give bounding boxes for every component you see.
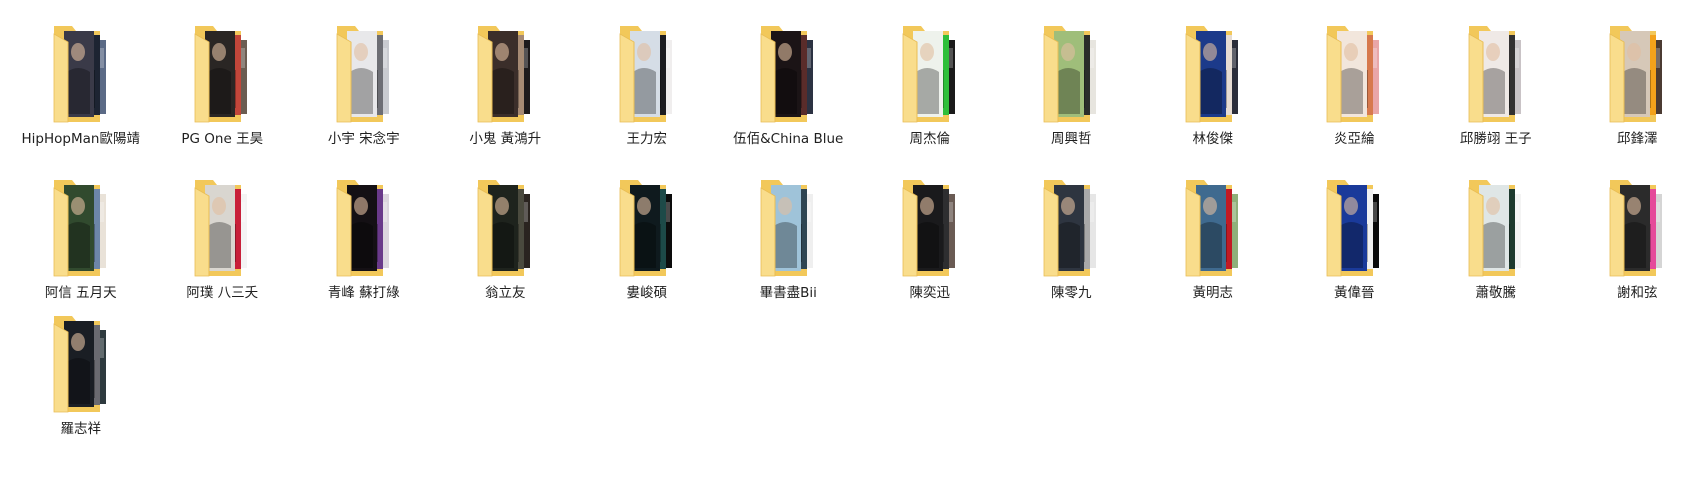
folder-name: 炎亞綸 (1334, 131, 1375, 147)
folder-item[interactable]: 青峰 蘇打綠 (293, 176, 435, 312)
folder-icon (600, 22, 690, 126)
folder-item[interactable]: 王力宏 (576, 22, 718, 176)
folder-name: PG One 王昊 (181, 131, 264, 147)
folder-icon (741, 22, 831, 126)
folder-item[interactable]: 蕭敬騰 (1425, 176, 1567, 312)
folder-icon (34, 176, 124, 280)
folder-icon (883, 22, 973, 126)
folder-item[interactable]: 林俊傑 (1142, 22, 1284, 176)
folder-name: 周杰倫 (909, 131, 951, 147)
folder-item[interactable]: 黃明志 (1142, 176, 1284, 312)
folder-icon (1449, 22, 1539, 126)
folder-name: HipHopMan歐陽靖 (21, 131, 140, 147)
folder-icon (34, 312, 124, 416)
folder-name: 林俊傑 (1192, 131, 1234, 147)
folder-name: 周興哲 (1051, 131, 1092, 147)
folder-icon (317, 176, 407, 280)
folder-icon (1449, 176, 1539, 280)
folder-name: 邱勝翊 王子 (1459, 131, 1532, 147)
folder-name: 翁立友 (485, 285, 526, 301)
folder-name: 蕭敬騰 (1475, 285, 1517, 301)
folder-icon (175, 176, 265, 280)
folder-item[interactable]: 伍佰&China Blue (718, 22, 860, 176)
folder-item[interactable]: 羅志祥 (10, 312, 152, 442)
folder-icon (1024, 22, 1114, 126)
folder-icon (1307, 176, 1397, 280)
folder-item[interactable]: 黃偉晉 (1284, 176, 1426, 312)
folder-name: 陳奕迅 (909, 285, 951, 301)
folder-name: 小宇 宋念宇 (327, 131, 400, 147)
folder-name: 邱鋒澤 (1617, 131, 1658, 147)
folder-item[interactable]: 炎亞綸 (1284, 22, 1426, 176)
folder-item[interactable]: 周興哲 (1001, 22, 1143, 176)
folder-item[interactable]: 謝和弦 (1567, 176, 1696, 312)
folder-icon (317, 22, 407, 126)
folder-name: 黃偉晉 (1334, 285, 1375, 301)
folder-item[interactable]: 邱鋒澤 (1567, 22, 1696, 176)
folder-item[interactable]: 小鬼 黃鴻升 (435, 22, 577, 176)
folder-icon (34, 22, 124, 126)
folder-icon (458, 176, 548, 280)
folder-name: 青峰 蘇打綠 (327, 285, 400, 301)
folder-name: 陳零九 (1051, 285, 1092, 301)
folder-item[interactable]: 婁峻碩 (576, 176, 718, 312)
folder-name: 黃明志 (1192, 285, 1234, 301)
folder-icon (1024, 176, 1114, 280)
folder-icon (883, 176, 973, 280)
folder-icon (1307, 22, 1397, 126)
folder-icon (1590, 22, 1680, 126)
folder-name: 小鬼 黃鴻升 (469, 131, 542, 147)
folder-item[interactable]: 陳零九 (1001, 176, 1143, 312)
folder-name: 謝和弦 (1617, 285, 1658, 301)
folder-item[interactable]: 周杰倫 (859, 22, 1001, 176)
folder-item[interactable]: 阿信 五月天 (10, 176, 152, 312)
folder-name: 阿信 五月天 (44, 285, 117, 301)
folder-icon (1166, 22, 1256, 126)
folder-item[interactable]: 畢書盡Bii (718, 176, 860, 312)
folder-icon (175, 22, 265, 126)
folder-name: 王力宏 (626, 131, 668, 147)
folder-item[interactable]: PG One 王昊 (152, 22, 294, 176)
folder-icon (1166, 176, 1256, 280)
folder-grid: HipHopMan歐陽靖 PG One 王昊 小宇 宋念宇 小鬼 黃鴻升 王力宏… (10, 22, 1690, 442)
folder-item[interactable]: 翁立友 (435, 176, 577, 312)
folder-item[interactable]: 小宇 宋念宇 (293, 22, 435, 176)
folder-item[interactable]: 陳奕迅 (859, 176, 1001, 312)
folder-item[interactable]: HipHopMan歐陽靖 (10, 22, 152, 176)
folder-icon (458, 22, 548, 126)
folder-name: 畢書盡Bii (759, 285, 817, 301)
folder-name: 伍佰&China Blue (733, 131, 844, 147)
folder-name: 羅志祥 (60, 421, 102, 437)
folder-icon (741, 176, 831, 280)
folder-icon (600, 176, 690, 280)
folder-item[interactable]: 邱勝翊 王子 (1425, 22, 1567, 176)
folder-icon (1590, 176, 1680, 280)
folder-name: 阿璞 八三夭 (186, 285, 259, 301)
folder-item[interactable]: 阿璞 八三夭 (152, 176, 294, 312)
folder-name: 婁峻碩 (626, 285, 668, 301)
